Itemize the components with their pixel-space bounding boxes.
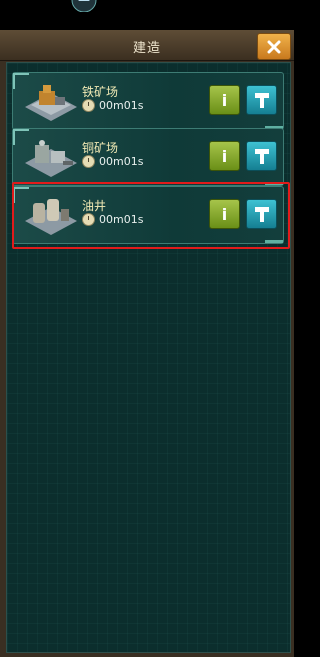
copper-mine-icon <box>21 133 81 181</box>
clock-icon <box>82 99 95 112</box>
info-button[interactable]: i <box>209 141 240 171</box>
info-icon: i <box>221 146 228 166</box>
list-item-copper-mine[interactable]: 铜矿场 00m01s i <box>12 128 284 186</box>
close-button[interactable] <box>257 33 291 60</box>
info-icon: i <box>221 90 228 110</box>
build-timer: 00m01s <box>82 155 143 168</box>
close-icon <box>267 40 281 53</box>
list-item-iron-mine[interactable]: 铁矿场 00m01s i <box>12 72 284 130</box>
build-button[interactable] <box>246 85 277 115</box>
page-title: 建造 <box>132 41 161 56</box>
build-timer: 00m01s <box>82 99 143 112</box>
hammer-icon <box>254 93 269 108</box>
building-name: 铁矿场 <box>82 85 119 99</box>
build-time: 00m01s <box>99 155 144 168</box>
hammer-icon <box>254 149 269 164</box>
iron-mine-icon <box>21 77 81 125</box>
info-button[interactable]: i <box>209 85 240 115</box>
building-name: 铜矿场 <box>82 141 119 155</box>
build-button[interactable] <box>246 141 277 171</box>
selection-highlight <box>12 182 290 249</box>
top-avatar-icon <box>64 0 104 12</box>
build-time: 00m01s <box>99 99 144 112</box>
clock-icon <box>82 155 95 168</box>
